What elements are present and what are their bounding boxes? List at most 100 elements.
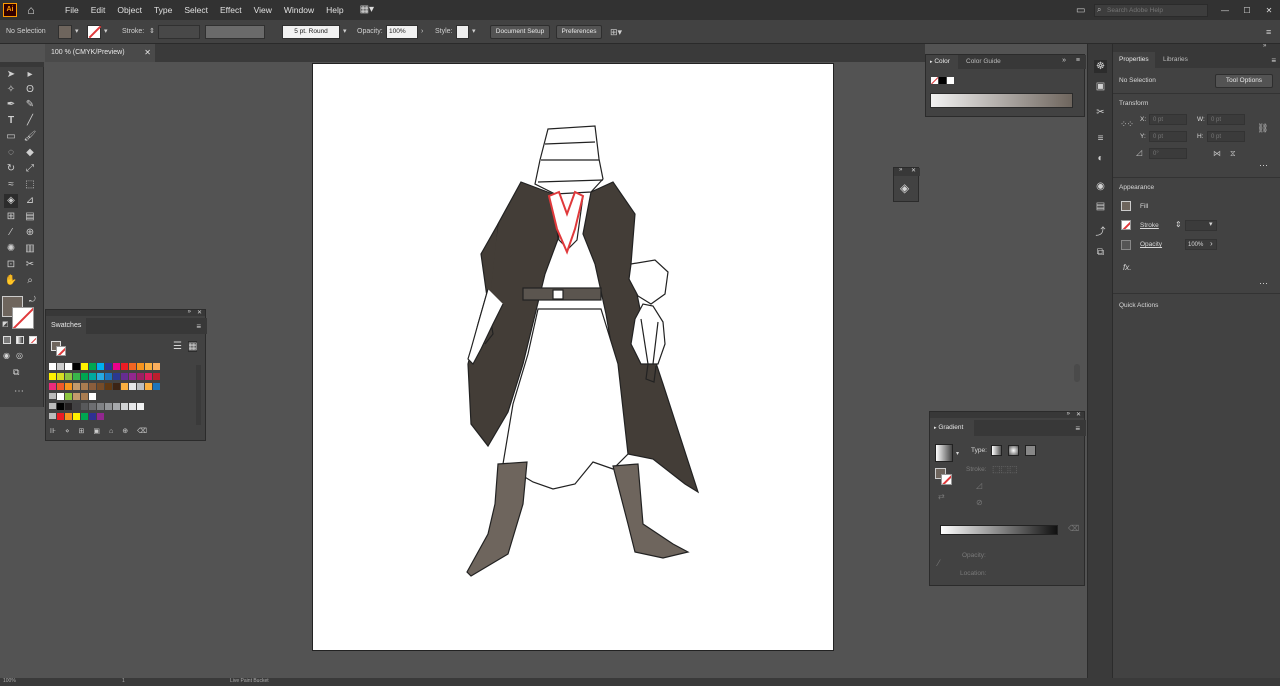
panel-menu-icon[interactable]: ≡ (1076, 57, 1080, 64)
swatch-chip[interactable] (113, 403, 120, 410)
swatch-chip[interactable] (65, 413, 72, 420)
swatch-chip[interactable] (89, 403, 96, 410)
window-minimize[interactable]: — (1214, 6, 1236, 15)
swatch-chip[interactable] (113, 363, 120, 370)
menu-file[interactable]: File (59, 0, 85, 20)
swatch-folder-icon[interactable] (49, 413, 56, 419)
reference-point-icon[interactable]: ⁘⁘ (1120, 119, 1134, 130)
stroke-panel-icon[interactable]: ≡ (1094, 132, 1107, 145)
opacity-icon[interactable] (1121, 240, 1131, 250)
artboard[interactable] (312, 63, 834, 651)
rectangle-tool-icon[interactable]: ▭ (4, 130, 18, 144)
pen-tool-icon[interactable]: ✒ (4, 98, 18, 112)
grid-view-icon[interactable]: ▦ (188, 341, 198, 352)
column-graph-tool-icon[interactable]: ▥ (23, 242, 37, 256)
swatch-chip[interactable] (81, 383, 88, 390)
brush-definition[interactable]: 5 pt. Round (282, 25, 340, 39)
swatch-chip[interactable] (73, 363, 80, 370)
control-menu-icon[interactable]: ≡ (1266, 25, 1271, 39)
screen-mode-icon[interactable]: ⧉ (13, 367, 19, 378)
tab-color[interactable]: ▸ Color (926, 55, 958, 69)
swatch-chip[interactable] (89, 413, 96, 420)
swap-fill-stroke-icon[interactable]: ⤾ (29, 295, 36, 305)
menu-type[interactable]: Type (148, 0, 178, 20)
home-icon[interactable]: ⌂ (23, 3, 39, 17)
linear-gradient-button[interactable] (991, 445, 1002, 456)
swatch-chip[interactable] (97, 373, 104, 380)
menu-select[interactable]: Select (178, 0, 214, 20)
swatch-folder-icon[interactable] (49, 403, 56, 409)
scale-tool-icon[interactable]: ⤢ (23, 162, 37, 176)
eyedropper-tool-icon[interactable]: ⁄ (4, 226, 18, 240)
gradient-preview[interactable] (935, 444, 953, 462)
swatch-chip[interactable] (145, 363, 152, 370)
magic-wand-tool-icon[interactable]: ✧ (4, 83, 18, 97)
swatch-chip[interactable] (65, 383, 72, 390)
swatch-chip[interactable] (89, 393, 96, 400)
collapse-icon[interactable]: » (899, 167, 902, 173)
slice-tool-icon[interactable]: ✂ (23, 258, 37, 272)
menu-view[interactable]: View (248, 0, 278, 20)
swatch-chip[interactable] (73, 383, 80, 390)
graphic-styles-panel-icon[interactable]: ▤ (1094, 200, 1107, 213)
swatch-folder-icon[interactable] (49, 393, 56, 399)
white-swatch[interactable] (947, 77, 954, 84)
stroke-stepper-icon[interactable]: ⇕ (1175, 220, 1182, 229)
collapse-icon[interactable]: » (1263, 43, 1266, 49)
swatch-library-icon[interactable]: ⊪ (50, 428, 65, 435)
search-input[interactable] (1107, 4, 1205, 16)
document-tab[interactable]: 100 % (CMYK/Preview) ✕ (45, 44, 155, 62)
direct-selection-tool-icon[interactable]: ▸ (23, 68, 37, 82)
swatch-chip[interactable] (89, 383, 96, 390)
close-icon[interactable]: ✕ (911, 167, 916, 174)
window-close[interactable]: ✕ (1258, 6, 1280, 15)
properties-panel-icon[interactable]: ☸ (1094, 60, 1107, 73)
curvature-tool-icon[interactable]: ✎ (23, 98, 37, 112)
arrange-icon[interactable]: ⊞▾ (610, 25, 622, 39)
zoom-level[interactable]: 100% (3, 678, 16, 684)
paintbrush-tool-icon[interactable]: 🖌 (23, 130, 37, 144)
mesh-tool-icon[interactable]: ⊞ (4, 210, 18, 224)
default-fill-stroke-icon[interactable]: ◩ (2, 320, 9, 328)
perspective-grid-tool-icon[interactable]: ⊿ (23, 194, 37, 208)
tab-libraries[interactable]: Libraries (1163, 52, 1188, 68)
collapse-icon[interactable]: » (1067, 411, 1070, 417)
swatch-chip[interactable] (73, 413, 80, 420)
panel-drag-handle[interactable] (930, 412, 1084, 418)
swatch-chip[interactable] (57, 393, 64, 400)
graphic-style-swatch[interactable] (456, 25, 469, 39)
eyedropper-icon[interactable]: ⁄ (938, 558, 940, 568)
swatch-chip[interactable] (73, 393, 80, 400)
close-icon[interactable]: ✕ (144, 44, 151, 62)
swatch-chip[interactable] (73, 373, 80, 380)
show-kinds-icon[interactable]: ⋄ (65, 428, 78, 435)
opacity-field[interactable]: 100% (386, 25, 418, 39)
libraries-panel-icon[interactable]: ▣ (1094, 80, 1107, 93)
swatch-chip[interactable] (105, 383, 112, 390)
swatch-chip[interactable] (81, 373, 88, 380)
more-tools-icon[interactable]: ⋯ (14, 386, 24, 397)
gradient-slider[interactable] (940, 525, 1058, 535)
zoom-tool-icon[interactable]: ⌕ (23, 274, 37, 288)
swatch-chip[interactable] (49, 363, 56, 370)
preferences-button[interactable]: Preferences (556, 25, 602, 39)
x-field[interactable]: 0 pt (1149, 114, 1187, 125)
swatch-options-icon[interactable]: ⊞ (79, 428, 94, 435)
shaper-tool-icon[interactable]: ◌ (4, 146, 18, 160)
list-view-icon[interactable]: ☰ (173, 341, 182, 352)
none-mode-icon[interactable] (29, 336, 37, 344)
swatch-chip[interactable] (129, 403, 136, 410)
panel-menu-icon[interactable]: ≡ (196, 322, 201, 331)
opacity-link[interactable]: Opacity (1140, 241, 1162, 248)
swatch-chip[interactable] (65, 393, 72, 400)
artboard-number[interactable]: 1 (122, 678, 125, 684)
swatch-chip[interactable] (153, 363, 160, 370)
swatch-chip[interactable] (145, 383, 152, 390)
swatch-chip[interactable] (153, 373, 160, 380)
swatch-chip[interactable] (129, 373, 136, 380)
none-swatch[interactable] (931, 77, 938, 84)
swatch-chip[interactable] (81, 413, 88, 420)
swatch-chip[interactable] (121, 403, 128, 410)
swatch-chip[interactable] (97, 403, 104, 410)
new-swatch-icon[interactable]: ⊕ (122, 428, 137, 435)
